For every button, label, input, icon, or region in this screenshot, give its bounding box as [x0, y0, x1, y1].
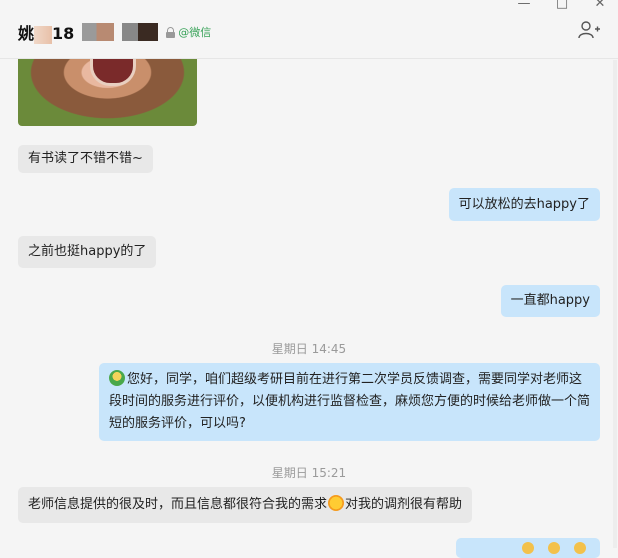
contact-name-digits: 18 — [52, 24, 75, 43]
scrollbar[interactable] — [613, 60, 617, 548]
emoji-icon — [548, 542, 560, 554]
title-bar: — □ ✕ 姚 18 @微信 — [0, 0, 618, 59]
wechat-badge: @微信 — [166, 24, 211, 40]
reply-text-part2: 对我的调剂很有帮助 — [345, 497, 463, 512]
redacted-block — [34, 25, 53, 44]
message-incoming[interactable]: 有书读了不错不错~ — [18, 145, 153, 173]
message-incoming-reply[interactable]: 老师信息提供的很及时，而且信息都很符合我的需求 对我的调剂很有帮助 — [18, 487, 473, 523]
survey-text: 您好，同学，咱们超级考研目前在进行第二次学员反馈调查，需要同学对老师这段时间的服… — [109, 372, 591, 431]
sun-emoji-icon — [328, 495, 345, 511]
contact-name-first: 姚 — [18, 24, 35, 43]
redacted-block — [122, 23, 159, 41]
image-detail — [90, 59, 136, 86]
minimize-button[interactable]: — — [516, 0, 532, 12]
message-outgoing[interactable]: 一直都happy — [500, 285, 600, 317]
chat-area[interactable]: 有书读了不错不错~ 可以放松的去happy了 之前也挺happy的了 一直都ha… — [0, 59, 618, 548]
maximize-button[interactable]: □ — [554, 0, 570, 12]
reply-text-part1: 老师信息提供的很及时，而且信息都很符合我的需求 — [28, 497, 328, 512]
close-button[interactable]: ✕ — [592, 0, 608, 12]
emoji-icon — [522, 542, 534, 554]
timestamp: 星期日 14:45 — [271, 342, 347, 356]
image-message[interactable] — [18, 59, 197, 126]
lock-icon — [166, 26, 176, 38]
message-incoming[interactable]: 之前也挺happy的了 — [18, 236, 157, 268]
timestamp: 星期日 15:21 — [271, 466, 347, 480]
message-outgoing-survey[interactable]: 您好，同学，咱们超级考研目前在进行第二次学员反馈调查，需要同学对老师这段时间的服… — [99, 363, 600, 441]
add-user-icon[interactable] — [578, 20, 600, 40]
contact-header: 姚 18 @微信 — [18, 20, 211, 44]
contact-name: 姚 18 — [18, 20, 74, 44]
redacted-block — [82, 23, 115, 41]
wechat-badge-label: @微信 — [178, 26, 212, 39]
emoji-icon — [574, 542, 586, 554]
emoji-icon — [109, 370, 125, 386]
message-outgoing[interactable]: 可以放松的去happy了 — [448, 188, 600, 221]
message-outgoing-partial[interactable] — [456, 538, 600, 558]
window-controls: — □ ✕ — [516, 0, 608, 14]
